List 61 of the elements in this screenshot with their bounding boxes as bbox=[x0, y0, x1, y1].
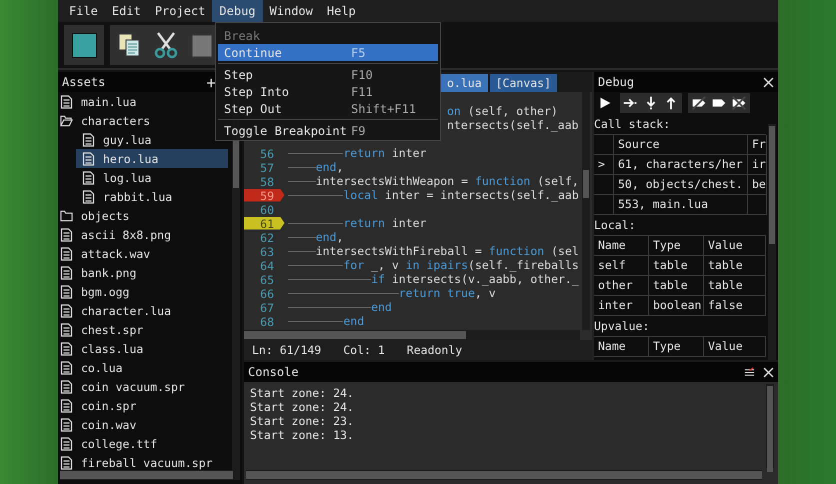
column-header: Source bbox=[614, 135, 748, 155]
table-cell: 50, objects/chest. bbox=[614, 175, 748, 195]
code-line: return inter bbox=[288, 146, 426, 160]
code-line: return true, v bbox=[288, 286, 496, 300]
table-cell: other bbox=[594, 276, 649, 296]
line-number: 66 bbox=[259, 286, 275, 300]
code-line: local inter = intersects(self._aab bbox=[288, 188, 579, 202]
table-cell: table bbox=[649, 276, 704, 296]
table-cell: false bbox=[704, 296, 766, 316]
code-line: for _, v in ipairs(self._fireballs bbox=[288, 258, 579, 272]
code-line: end, bbox=[288, 230, 344, 244]
code-line: return inter bbox=[288, 216, 426, 230]
section-label: Upvalue: bbox=[594, 318, 650, 335]
table-cell: inter bbox=[594, 296, 649, 316]
code-line: end bbox=[288, 300, 392, 314]
console-line: Start zone: 13. bbox=[250, 428, 354, 442]
table-cell: 553, main.lua bbox=[614, 195, 748, 215]
table-cell: 61, characters/her bbox=[614, 155, 748, 175]
column-header: Type bbox=[649, 236, 704, 256]
code-line: intersectsWithWeapon = function (self, bbox=[288, 174, 579, 188]
code-line: ntersects(self._aab bbox=[447, 118, 579, 132]
line-number: 68 bbox=[259, 314, 275, 328]
line-number: 62 bbox=[259, 230, 275, 244]
code-line: intersectsWithFireball = function (sel bbox=[288, 244, 579, 258]
line-number: 57 bbox=[259, 160, 275, 174]
line-number: 65 bbox=[259, 272, 275, 286]
line-number: 60 bbox=[259, 202, 275, 216]
line-number: 67 bbox=[259, 300, 275, 314]
section-label: Local: bbox=[594, 217, 637, 234]
column-header: Name bbox=[594, 337, 649, 357]
column-header: Value bbox=[704, 236, 766, 256]
line-number: 63 bbox=[259, 244, 275, 258]
panel-title: Console bbox=[248, 365, 299, 379]
column-header: Fr bbox=[748, 135, 767, 155]
section-label: Call stack: bbox=[594, 116, 672, 133]
table-cell: self bbox=[594, 256, 649, 276]
console-line: Start zone: 23. bbox=[250, 414, 354, 428]
table-cell: be bbox=[748, 175, 767, 195]
code-line: if intersects(v._aabb, other._ bbox=[288, 272, 579, 286]
code-line: on (self, other) bbox=[447, 104, 558, 118]
console-line: Start zone: 24. bbox=[250, 386, 354, 400]
line-number: 58 bbox=[259, 174, 275, 188]
table-cell: table bbox=[704, 276, 766, 296]
table-cell: table bbox=[704, 256, 766, 276]
table-cell: ir bbox=[748, 155, 767, 175]
status-text: Col: 1 bbox=[343, 343, 385, 357]
table-cell: table bbox=[649, 256, 704, 276]
panel-title: Assets bbox=[62, 75, 106, 89]
column-header: Type bbox=[649, 337, 704, 357]
table-cell: > bbox=[594, 155, 614, 175]
panel-title: Debug bbox=[598, 75, 634, 89]
status-text: Ln: 61/149 bbox=[252, 343, 322, 357]
status-text: Readonly bbox=[406, 343, 462, 357]
column-header: Value bbox=[704, 337, 766, 357]
code-line: end, bbox=[288, 160, 344, 174]
line-number: 56 bbox=[259, 146, 275, 160]
console-line: Start zone: 24. bbox=[250, 400, 354, 414]
code-line: end bbox=[288, 314, 364, 328]
table-cell: boolean bbox=[649, 296, 704, 316]
column-header: Name bbox=[594, 236, 649, 256]
line-number: 64 bbox=[259, 258, 275, 272]
